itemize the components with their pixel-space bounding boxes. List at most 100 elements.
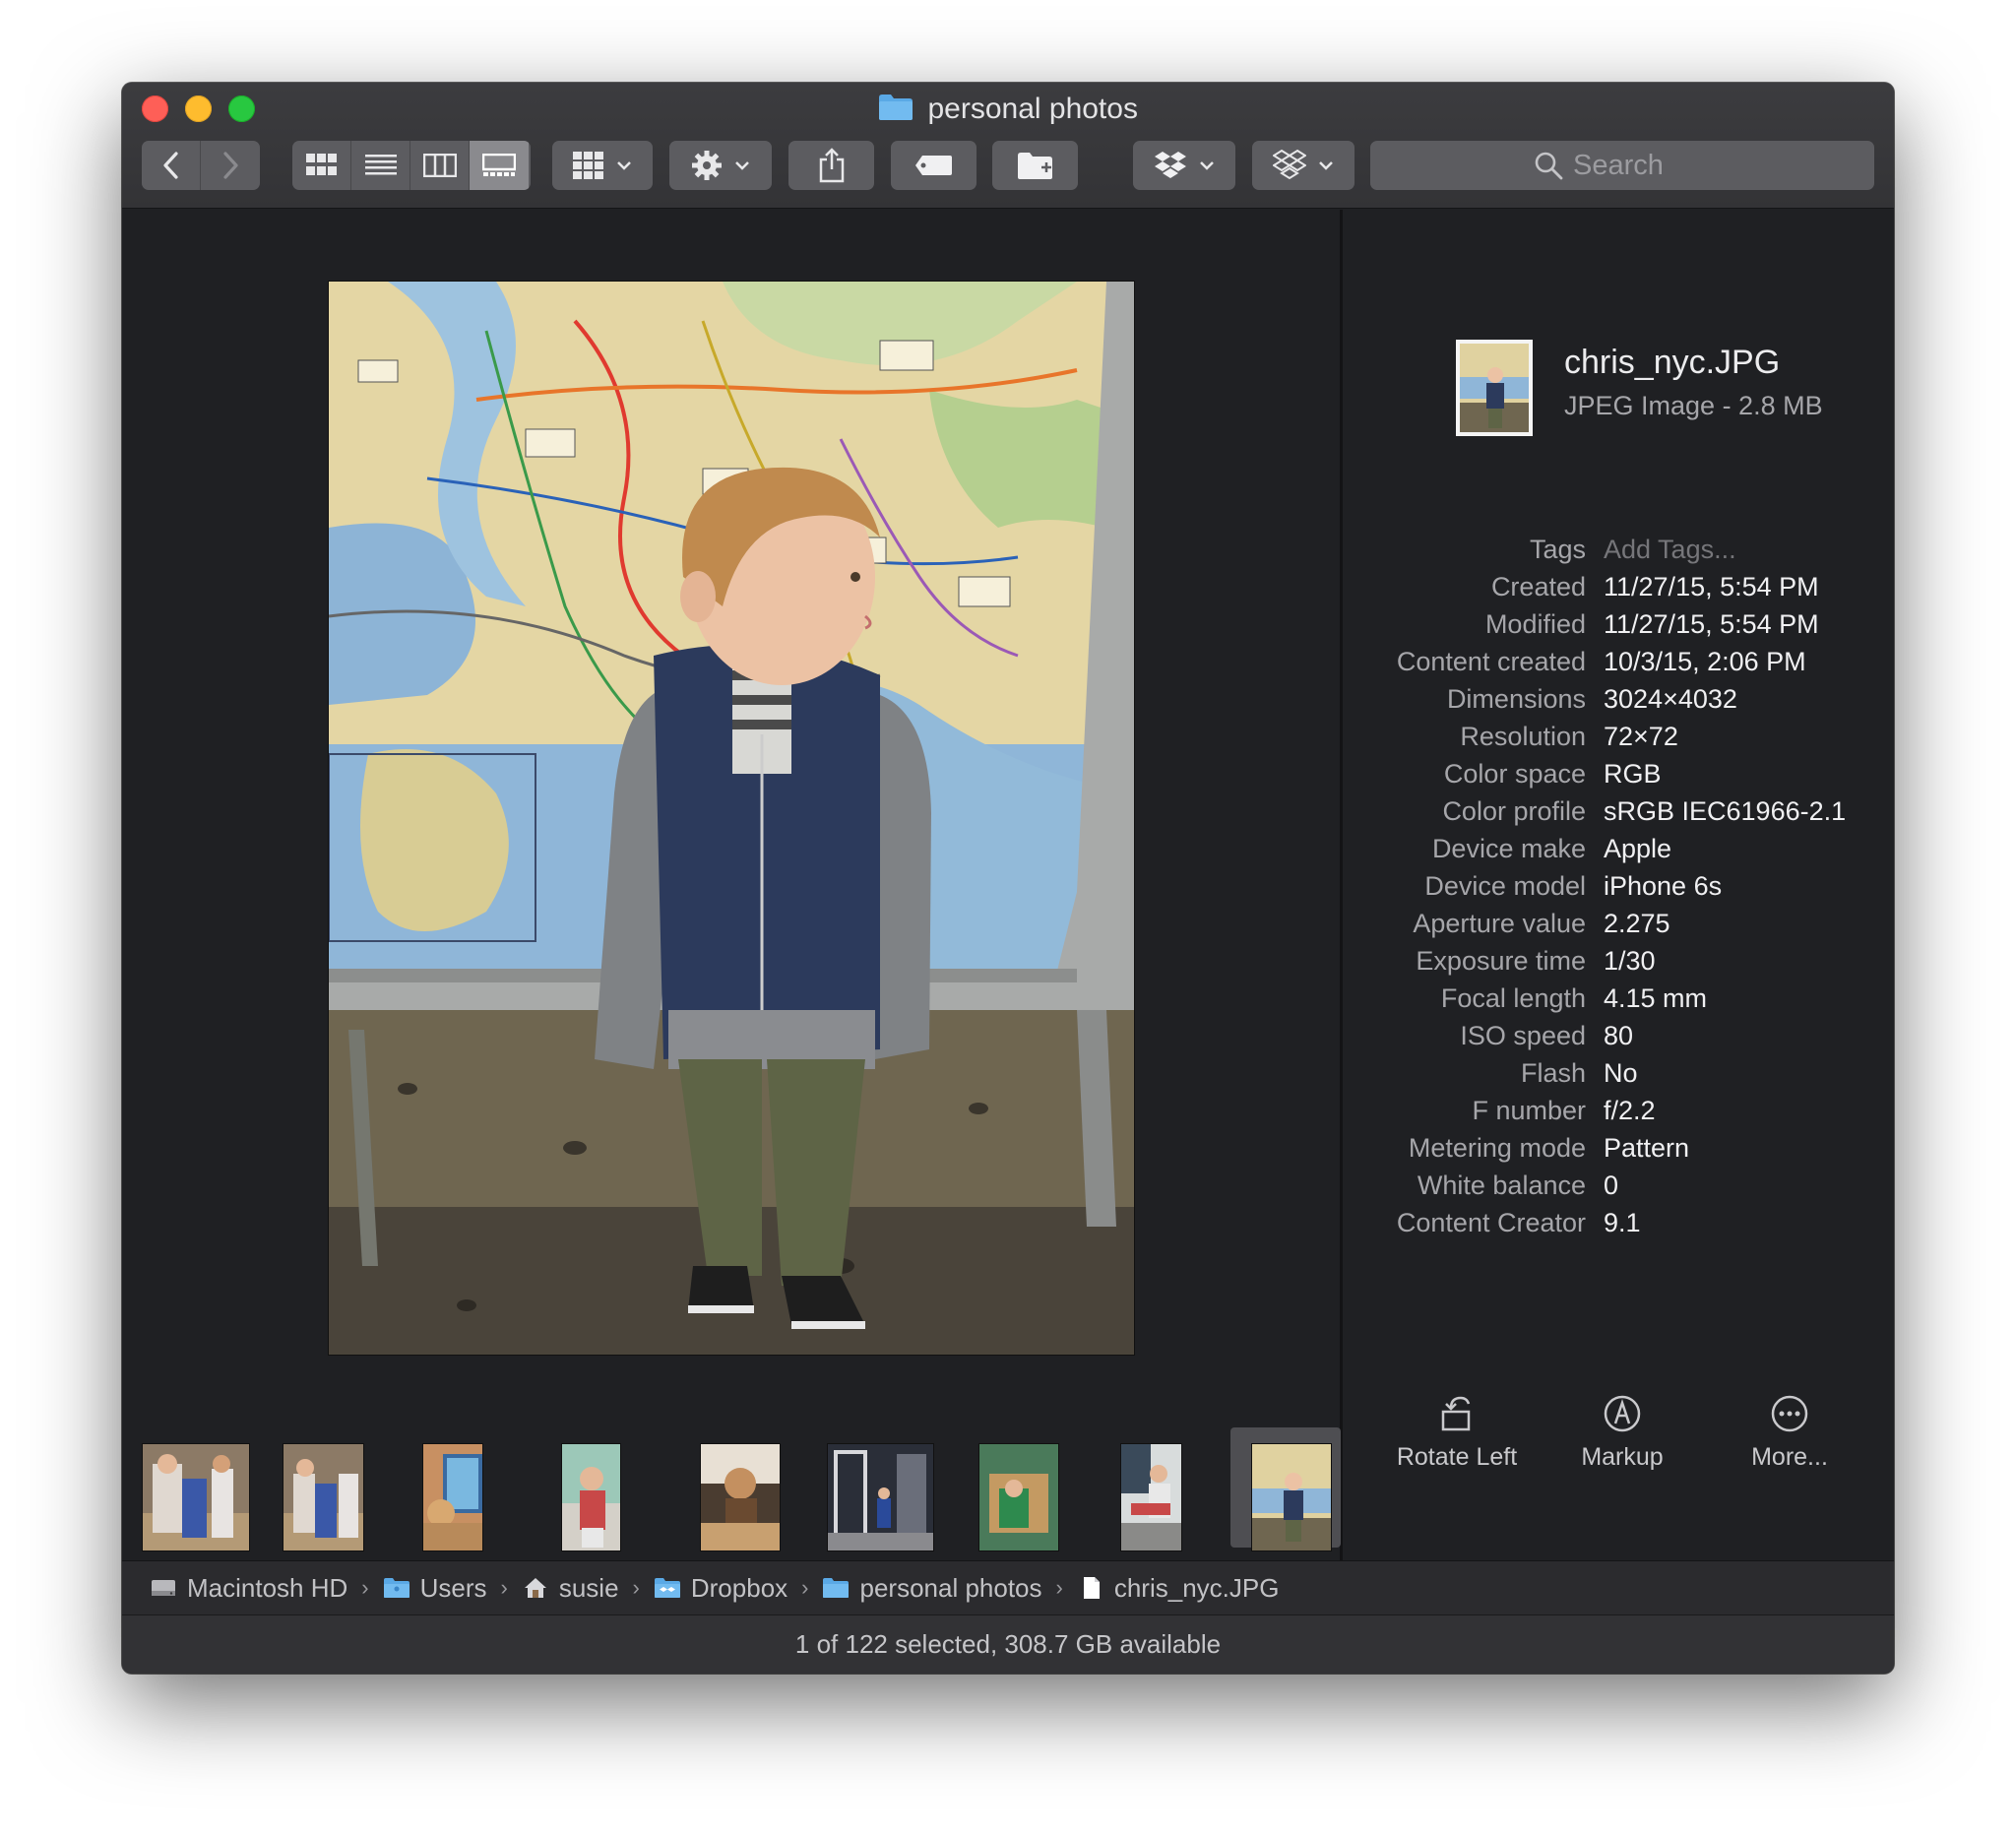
thumbnail-7[interactable] (978, 1443, 1059, 1551)
file-name: chris_nyc.JPG (1564, 344, 1781, 381)
metadata-row: Focal length 4.15 mm (1343, 983, 1894, 1021)
metadata-row: Content Creator 9.1 (1343, 1208, 1894, 1245)
search-input[interactable] (1573, 149, 1711, 182)
more-button[interactable]: More... (1711, 1394, 1868, 1472)
document-icon (1083, 1577, 1100, 1599)
column-view-button[interactable] (410, 141, 470, 190)
thumbnail-3[interactable] (422, 1443, 483, 1551)
metadata-row: Modified 11/27/15, 5:54 PM (1343, 609, 1894, 647)
thumbnail-8[interactable] (1120, 1443, 1182, 1551)
toolbar: personal photos (122, 83, 1894, 209)
thumbnail-2[interactable] (283, 1443, 364, 1551)
rotate-left-button[interactable]: Rotate Left (1378, 1394, 1536, 1472)
metadata-row: Device model iPhone 6s (1343, 871, 1894, 909)
path-crumb-label: chris_nyc.JPG (1113, 1572, 1280, 1603)
metadata-row: Device make Apple (1343, 834, 1894, 871)
path-crumb-label: susie (558, 1572, 619, 1603)
metadata-value: 80 (1604, 1021, 1634, 1050)
tag-icon (914, 156, 952, 175)
icon-view-button[interactable] (292, 141, 351, 190)
thumbnail-1[interactable] (142, 1443, 250, 1551)
search-field[interactable] (1370, 141, 1874, 190)
status-bar: 1 of 122 selected, 308.7 GB available (122, 1614, 1894, 1674)
metadata-label: Tags (1529, 535, 1586, 564)
hard-drive-icon (152, 1580, 175, 1596)
metadata-label: Device model (1424, 871, 1586, 901)
metadata-value: 4.15 mm (1604, 983, 1708, 1013)
dropbox-sync-button[interactable] (1252, 141, 1354, 190)
metadata-label: Resolution (1460, 722, 1586, 751)
path-crumb-dropbox[interactable]: Dropbox › (654, 1573, 823, 1604)
metadata-value: 72×72 (1604, 722, 1678, 751)
metadata-label: Dimensions (1446, 684, 1586, 714)
action-menu-button[interactable] (669, 141, 772, 190)
metadata-label: ISO speed (1460, 1021, 1586, 1050)
path-crumb-label: Dropbox (690, 1572, 788, 1603)
tag-button[interactable] (891, 141, 976, 190)
thumbnail-4[interactable] (561, 1443, 621, 1551)
path-separator: › (632, 1575, 640, 1600)
metadata-row: F number f/2.2 (1343, 1096, 1894, 1133)
metadata-row: White balance 0 (1343, 1171, 1894, 1208)
new-folder-button[interactable] (992, 141, 1078, 190)
thumbnail-5[interactable] (700, 1443, 781, 1551)
metadata-label: Content Creator (1396, 1208, 1586, 1237)
metadata-value: 10/3/15, 2:06 PM (1604, 647, 1806, 676)
dropbox-icon (1155, 152, 1186, 178)
metadata-row: Tags Add Tags... (1343, 535, 1894, 572)
folder-icon (823, 1578, 850, 1598)
path-crumb-users[interactable]: Users › (383, 1573, 522, 1604)
new-folder-icon (1017, 153, 1052, 179)
path-crumb-label: personal photos (859, 1572, 1042, 1603)
path-crumb-susie[interactable]: susie › (522, 1573, 654, 1604)
metadata-row: Aperture value 2.275 (1343, 909, 1894, 946)
path-separator: › (1055, 1575, 1063, 1600)
metadata-value: Pattern (1604, 1133, 1690, 1163)
path-crumb-label: Users (419, 1572, 487, 1603)
markup-button[interactable]: Markup (1544, 1394, 1701, 1472)
photo-preview[interactable] (328, 281, 1135, 1356)
path-crumb-macintosh-hd[interactable]: Macintosh HD › (150, 1573, 383, 1604)
rotate-left-label: Rotate Left (1396, 1443, 1518, 1471)
metadata-label: Device make (1431, 834, 1586, 863)
metadata-label: Aperture value (1413, 909, 1586, 938)
forward-button[interactable] (201, 141, 260, 190)
path-separator: › (500, 1575, 508, 1600)
metadata-label: F number (1472, 1096, 1586, 1125)
chevron-down-icon (735, 161, 749, 170)
metadata-value: No (1604, 1058, 1638, 1088)
markup-icon (1604, 1395, 1641, 1432)
chevron-down-icon (1200, 161, 1214, 170)
path-crumb-file[interactable]: chris_nyc.JPG (1077, 1572, 1280, 1604)
metadata-value: iPhone 6s (1604, 871, 1723, 901)
back-button[interactable] (142, 141, 201, 190)
chevron-right-icon (223, 152, 238, 179)
add-tags-field[interactable]: Add Tags... (1604, 535, 1736, 565)
back-forward-control (142, 141, 260, 190)
metadata-value: RGB (1604, 759, 1662, 789)
dropbox-button[interactable] (1133, 141, 1235, 190)
gallery-preview (122, 210, 1340, 1489)
gallery-view-button[interactable] (470, 141, 529, 190)
group-by-button[interactable] (552, 141, 653, 190)
window-title: personal photos (122, 93, 1894, 128)
metadata-label: Focal length (1440, 983, 1586, 1013)
metadata-value: 11/27/15, 5:54 PM (1604, 572, 1819, 601)
file-kind: JPEG Image - 2.8 MB (1564, 391, 1823, 420)
thumbnail-6[interactable] (827, 1443, 934, 1551)
metadata-value: f/2.2 (1604, 1096, 1656, 1125)
metadata-label: Color space (1443, 759, 1586, 789)
share-button[interactable] (788, 141, 874, 190)
metadata-row: Content created 10/3/15, 2:06 PM (1343, 647, 1894, 684)
metadata-label: Content created (1396, 647, 1586, 676)
metadata-row: Metering mode Pattern (1343, 1133, 1894, 1171)
metadata-value: 1/30 (1604, 946, 1656, 976)
search-icon (1535, 152, 1563, 180)
inspector-panel: chris_nyc.JPG JPEG Image - 2.8 MB Tags Ad… (1343, 210, 1894, 1560)
thumbnail-9[interactable] (1251, 1443, 1332, 1551)
folder-icon (878, 94, 914, 121)
folder-icon (383, 1578, 410, 1598)
path-crumb-personal-photos[interactable]: personal photos › (822, 1573, 1076, 1604)
list-view-button[interactable] (351, 141, 410, 190)
metadata-label: Color profile (1442, 796, 1586, 826)
